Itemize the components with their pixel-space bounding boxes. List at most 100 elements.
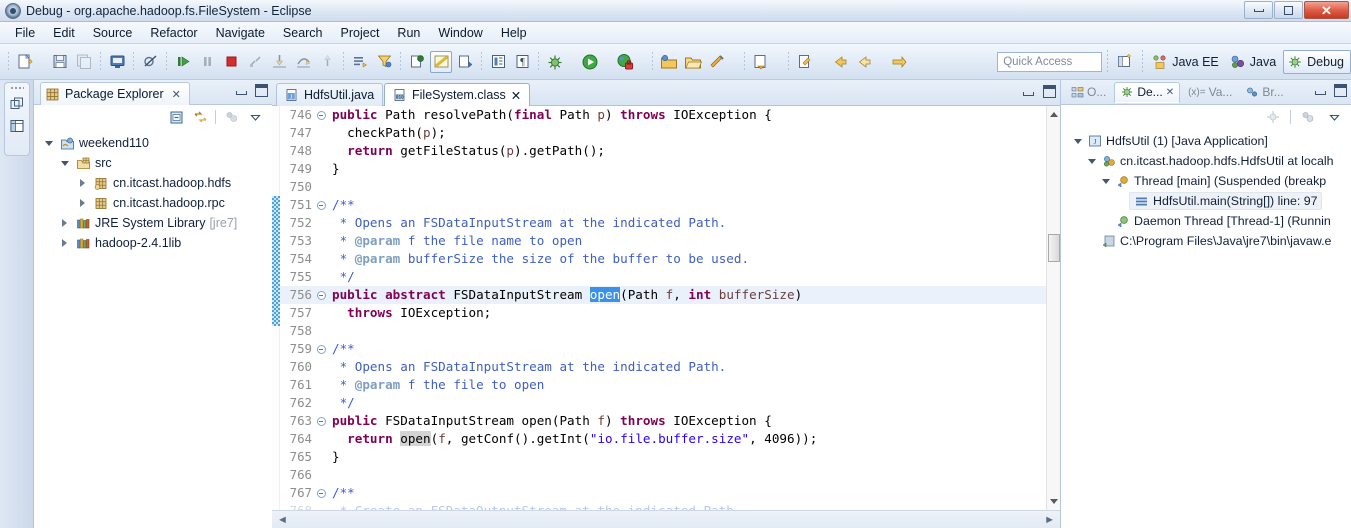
minimize-icon[interactable]: [235, 84, 248, 97]
quick-access-input[interactable]: Quick Access: [997, 51, 1103, 72]
code-line[interactable]: 757 throws IOException;: [280, 304, 1046, 322]
twisty-icon[interactable]: [1085, 155, 1098, 168]
code-line[interactable]: 761 * @param f the file to open: [280, 376, 1046, 394]
vertical-scroll-thumb[interactable]: [1048, 234, 1060, 262]
search-icon[interactable]: [750, 51, 772, 73]
coverage-icon[interactable]: [614, 51, 636, 73]
code-line[interactable]: 759 /**: [280, 340, 1046, 358]
tab-debug[interactable]: De... ✕: [1114, 81, 1181, 103]
tab-package-explorer[interactable]: Package Explorer ✕: [40, 82, 190, 105]
twisty-icon[interactable]: [58, 157, 71, 170]
scroll-down-icon[interactable]: [1050, 499, 1058, 504]
minimize-button[interactable]: [1244, 1, 1273, 19]
fold-toggle-icon[interactable]: [314, 416, 328, 426]
forward-dropdown-icon[interactable]: [876, 51, 887, 73]
restore-button[interactable]: [1274, 1, 1303, 19]
debug-item-thread-main[interactable]: Thread [main] (Suspended (breakp: [1061, 171, 1351, 191]
code-line[interactable]: 767 /**: [280, 484, 1046, 502]
tree-item-hadoop-lib[interactable]: hadoop-2.4.1lib: [34, 233, 272, 253]
open-folder-icon[interactable]: [682, 51, 704, 73]
view-menu-icon[interactable]: [1325, 108, 1343, 126]
open-perspective-icon[interactable]: [1114, 51, 1136, 73]
menu-search[interactable]: Search: [274, 24, 332, 42]
debug-item-daemon-thread[interactable]: Daemon Thread [Thread-1] (Runnin: [1061, 211, 1351, 231]
twisty-icon[interactable]: [58, 237, 71, 250]
drop-to-frame-icon[interactable]: [349, 51, 371, 73]
print-icon[interactable]: [106, 51, 128, 73]
close-icon[interactable]: ✕: [172, 88, 181, 101]
use-step-filters-icon[interactable]: [373, 51, 395, 73]
close-button[interactable]: ✕: [1304, 1, 1349, 19]
fold-toggle-icon[interactable]: [314, 488, 328, 498]
code-line[interactable]: 755 */: [280, 268, 1046, 286]
collapse-all-icon[interactable]: [167, 108, 185, 126]
debug-item-launch[interactable]: J HdfsUtil (1) [Java Application]: [1061, 131, 1351, 151]
code-line[interactable]: 750: [280, 178, 1046, 196]
tab-filesystem-class[interactable]: 010 FileSystem.class ✕: [384, 83, 531, 106]
menu-edit[interactable]: Edit: [44, 24, 84, 42]
twisty-icon[interactable]: [58, 217, 71, 230]
debug-item-process[interactable]: C:\Program Files\Java\jre7\bin\javaw.e: [1061, 231, 1351, 251]
twisty-icon[interactable]: [1099, 175, 1112, 188]
tab-hdfsutil-java[interactable]: J HdfsUtil.java: [276, 83, 384, 106]
tree-item-src[interactable]: src: [34, 153, 272, 173]
maximize-icon[interactable]: [1334, 84, 1347, 97]
debug-dropdown-icon[interactable]: [567, 51, 578, 73]
disconnect-icon[interactable]: [1264, 108, 1282, 126]
tab-outline[interactable]: O...: [1065, 82, 1112, 103]
code-line[interactable]: 748 return getFileStatus(p).getPath();: [280, 142, 1046, 160]
tab-variables[interactable]: (x)= Va...: [1182, 82, 1238, 103]
last-edit-dropdown-icon[interactable]: [817, 51, 828, 73]
new-java-project-icon[interactable]: [658, 51, 680, 73]
fold-toggle-icon[interactable]: [314, 200, 328, 210]
editor-horizontal-scrollbar[interactable]: ◄ ►: [272, 510, 1060, 528]
forward-icon[interactable]: [853, 51, 875, 73]
resume-icon[interactable]: [172, 51, 194, 73]
debug-icon[interactable]: [544, 51, 566, 73]
maximize-icon[interactable]: [1043, 85, 1056, 98]
code-line[interactable]: 760 * Opens an FSDataInputStream at the …: [280, 358, 1046, 376]
twisty-icon[interactable]: [1071, 135, 1084, 148]
drag-handle-dots[interactable]: [10, 86, 24, 91]
perspective-debug[interactable]: Debug: [1283, 49, 1351, 74]
tab-breakpoints[interactable]: Br...: [1240, 82, 1289, 103]
code-line[interactable]: 766: [280, 466, 1046, 484]
code-line[interactable]: 765 }: [280, 448, 1046, 466]
focus-on-active-task-icon[interactable]: [222, 108, 240, 126]
menu-source[interactable]: Source: [84, 24, 142, 42]
editor-vertical-scrollbar[interactable]: [1046, 106, 1060, 510]
code-line[interactable]: 762 */: [280, 394, 1046, 412]
run-icon[interactable]: [579, 51, 601, 73]
close-icon[interactable]: ✕: [1166, 87, 1174, 98]
show-whitespace-icon[interactable]: ¶: [511, 51, 533, 73]
scroll-left-icon[interactable]: ◄: [277, 514, 288, 526]
run-dropdown-icon[interactable]: [602, 51, 613, 73]
tree-item-package-hdfs[interactable]: cn.itcast.hadoop.hdfs: [34, 173, 272, 193]
open-type-icon[interactable]: [454, 51, 476, 73]
menu-file[interactable]: File: [6, 24, 44, 42]
remove-all-terminated-icon[interactable]: [1299, 108, 1317, 126]
save-all-icon[interactable]: [73, 51, 95, 73]
code-line[interactable]: 753 * @param f the file name to open: [280, 232, 1046, 250]
close-icon[interactable]: ✕: [511, 88, 521, 103]
perspective-java-ee[interactable]: Java EE: [1148, 50, 1226, 74]
debug-item-target[interactable]: cn.itcast.hadoop.hdfs.HdfsUtil at localh: [1061, 151, 1351, 171]
code-line[interactable]: 752 * Opens an FSDataInputStream at the …: [280, 214, 1046, 232]
code-line[interactable]: 749 }: [280, 160, 1046, 178]
view-menu-icon[interactable]: [246, 108, 264, 126]
fold-toggle-icon[interactable]: [314, 290, 328, 300]
menu-run[interactable]: Run: [388, 24, 429, 42]
fold-toggle-icon[interactable]: [314, 110, 328, 120]
code-line[interactable]: 751 /**: [280, 196, 1046, 214]
last-edit-location-icon[interactable]: [794, 51, 816, 73]
twisty-icon[interactable]: [42, 137, 55, 150]
suspend-icon[interactable]: [196, 51, 218, 73]
tree-item-package-rpc[interactable]: cn.itcast.hadoop.rpc: [34, 193, 272, 213]
minimize-icon[interactable]: [1022, 85, 1035, 98]
menu-window[interactable]: Window: [429, 24, 491, 42]
toggle-mark-occurrences-icon[interactable]: [430, 50, 452, 73]
terminate-icon[interactable]: [220, 51, 242, 73]
link-with-editor-icon[interactable]: [191, 108, 209, 126]
perspective-java[interactable]: Java: [1226, 50, 1283, 74]
code-line[interactable]: 747 checkPath(p);: [280, 124, 1046, 142]
